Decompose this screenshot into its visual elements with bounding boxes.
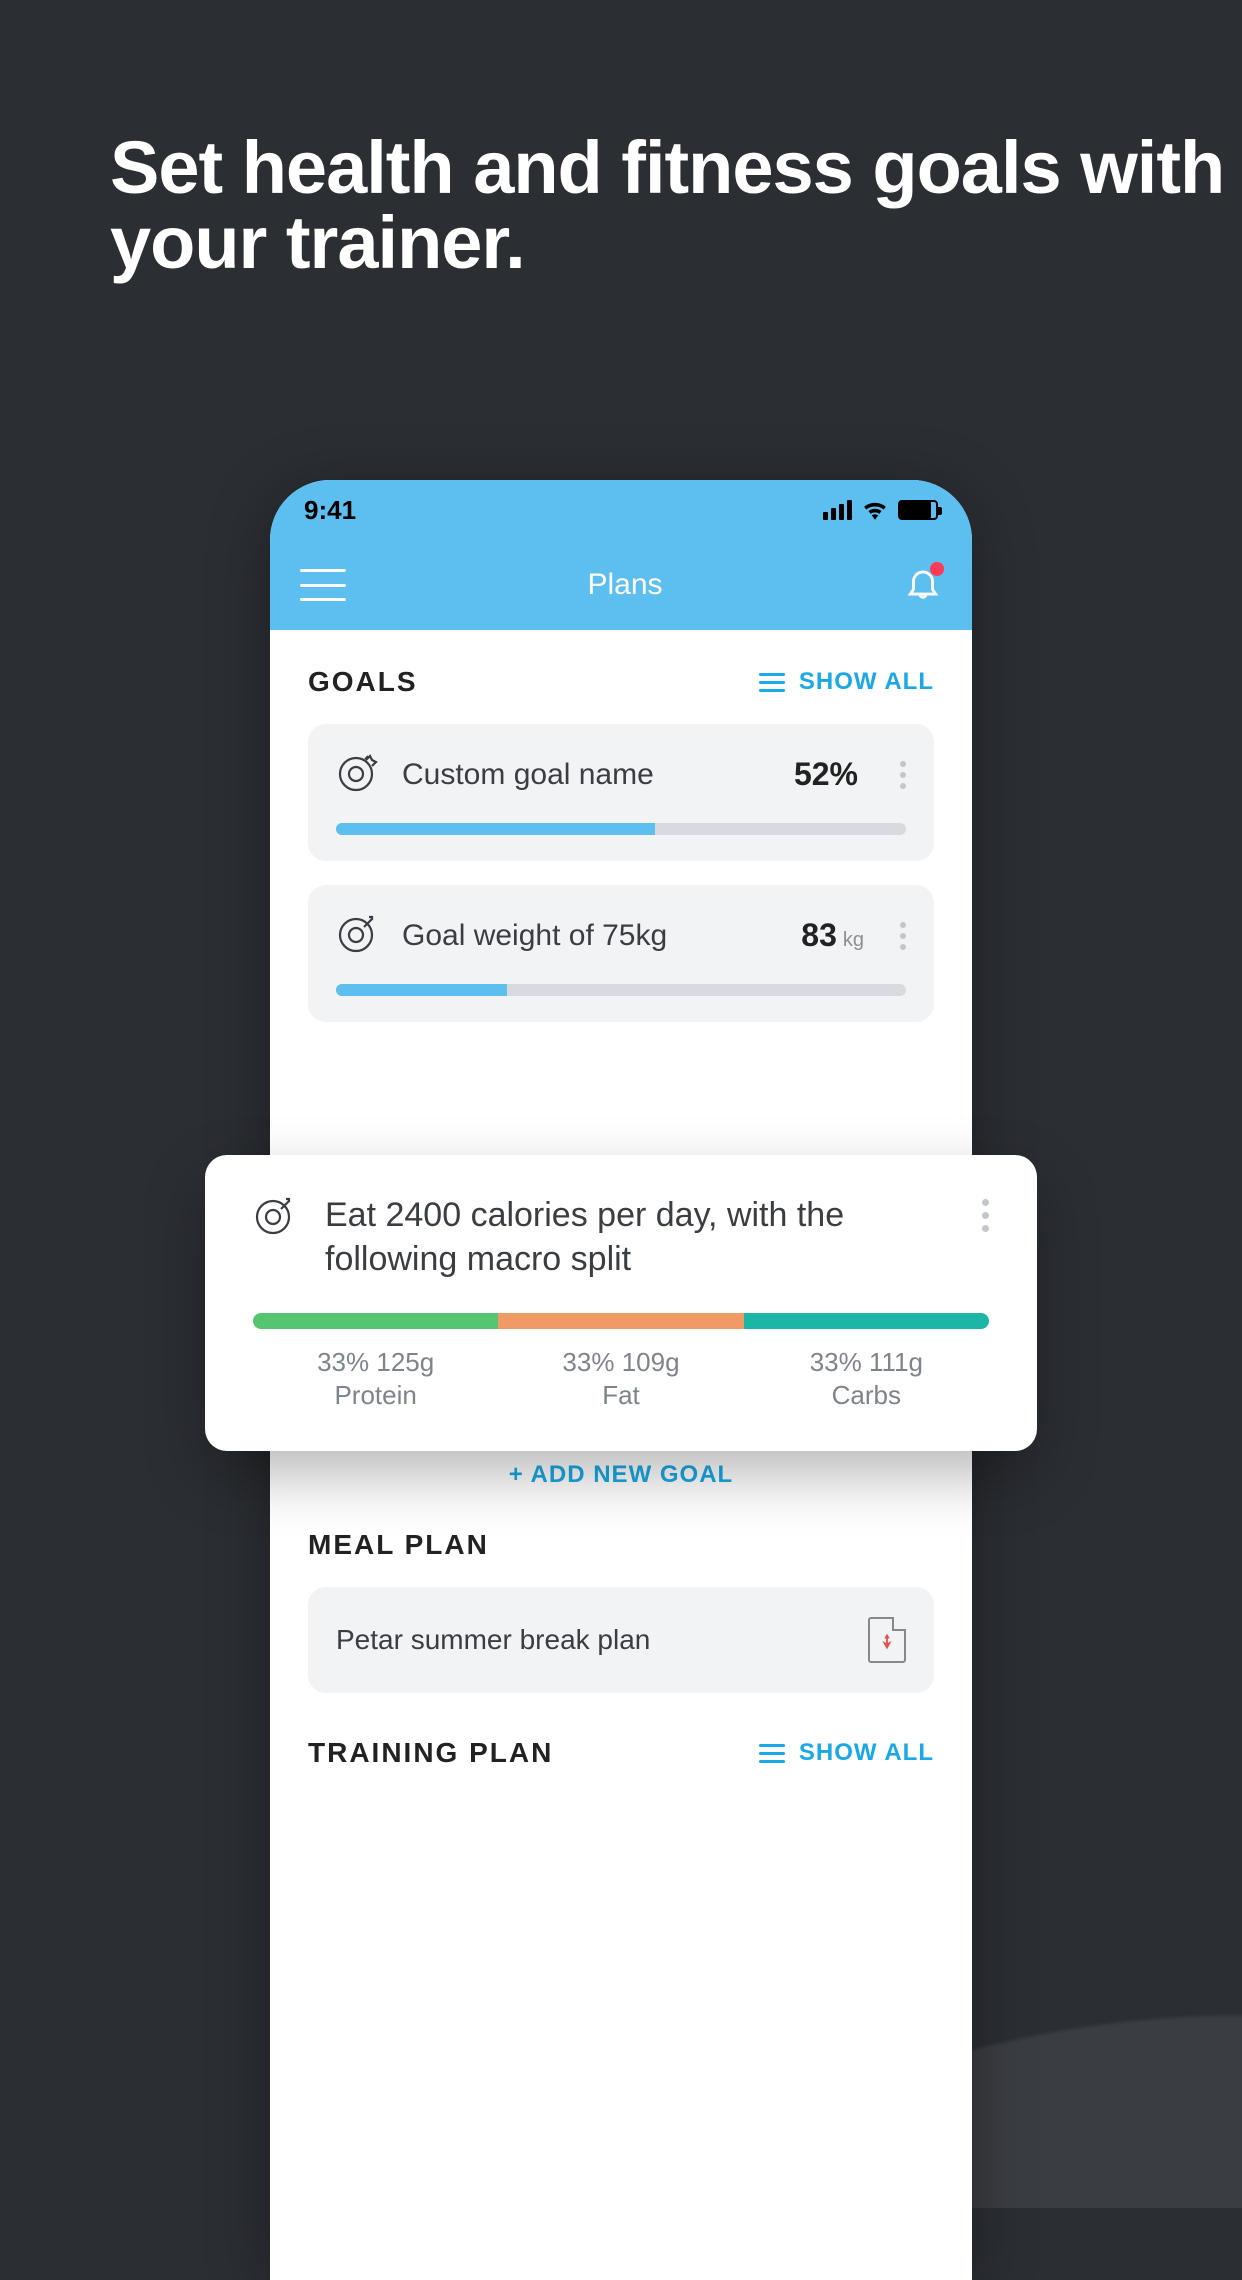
macro-labels: 33% 125g Protein 33% 109g Fat 33% 111g C… [253, 1347, 989, 1411]
goal-menu-button[interactable] [900, 761, 906, 789]
list-icon [759, 673, 785, 692]
macro-segment-fat [498, 1313, 743, 1329]
show-all-label: SHOW ALL [799, 668, 934, 696]
target-icon [336, 911, 380, 960]
progress-bar [336, 823, 906, 835]
meal-plan-card[interactable]: Petar summer break plan [308, 1587, 934, 1693]
add-goal-button[interactable]: + ADD NEW GOAL [308, 1443, 934, 1529]
menu-button[interactable] [300, 569, 346, 601]
training-show-all-button[interactable]: SHOW ALL [759, 1739, 934, 1767]
meal-section-header: MEAL PLAN [308, 1529, 934, 1561]
goals-title: GOALS [308, 666, 418, 698]
macro-column-carbs: 33% 111g Carbs [744, 1347, 989, 1411]
cellular-signal-icon [823, 500, 852, 520]
battery-icon [898, 500, 938, 520]
meal-title: MEAL PLAN [308, 1529, 489, 1561]
goal-value: 83kg [801, 917, 864, 954]
overlay-menu-button[interactable] [982, 1199, 989, 1232]
training-section-header: TRAINING PLAN SHOW ALL [308, 1737, 934, 1769]
pdf-file-icon [868, 1617, 906, 1663]
goals-section-header: GOALS SHOW ALL [308, 666, 934, 698]
goal-name: Custom goal name [402, 758, 772, 792]
goals-show-all-button[interactable]: SHOW ALL [759, 668, 934, 696]
goal-value: 52% [794, 756, 864, 793]
goal-detail-overlay-card[interactable]: Eat 2400 calories per day, with the foll… [205, 1155, 1037, 1451]
goal-card[interactable]: Custom goal name 52% [308, 724, 934, 861]
list-icon [759, 1744, 785, 1763]
overlay-goal-title: Eat 2400 calories per day, with the foll… [325, 1193, 954, 1281]
status-time: 9:41 [304, 495, 356, 526]
macro-split-bar [253, 1313, 989, 1329]
training-title: TRAINING PLAN [308, 1737, 553, 1769]
goal-menu-button[interactable] [900, 922, 906, 950]
notifications-button[interactable] [904, 564, 942, 607]
target-icon [253, 1193, 297, 1242]
goal-card[interactable]: Goal weight of 75kg 83kg [308, 885, 934, 1022]
macro-column-fat: 33% 109g Fat [498, 1347, 743, 1411]
wifi-icon [862, 500, 888, 520]
nav-title: Plans [587, 568, 662, 602]
progress-bar [336, 984, 906, 996]
goal-name: Goal weight of 75kg [402, 919, 779, 953]
macro-column-protein: 33% 125g Protein [253, 1347, 498, 1411]
notification-badge-icon [930, 562, 944, 576]
target-star-icon [336, 750, 380, 799]
show-all-label: SHOW ALL [799, 1739, 934, 1767]
promo-heading: Set health and fitness goals with your t… [110, 130, 1242, 281]
status-bar: 9:41 [270, 480, 972, 540]
meal-plan-name: Petar summer break plan [336, 1624, 650, 1656]
macro-segment-protein [253, 1313, 498, 1329]
status-indicators [823, 500, 938, 520]
nav-bar: Plans [270, 540, 972, 630]
macro-segment-carbs [744, 1313, 989, 1329]
